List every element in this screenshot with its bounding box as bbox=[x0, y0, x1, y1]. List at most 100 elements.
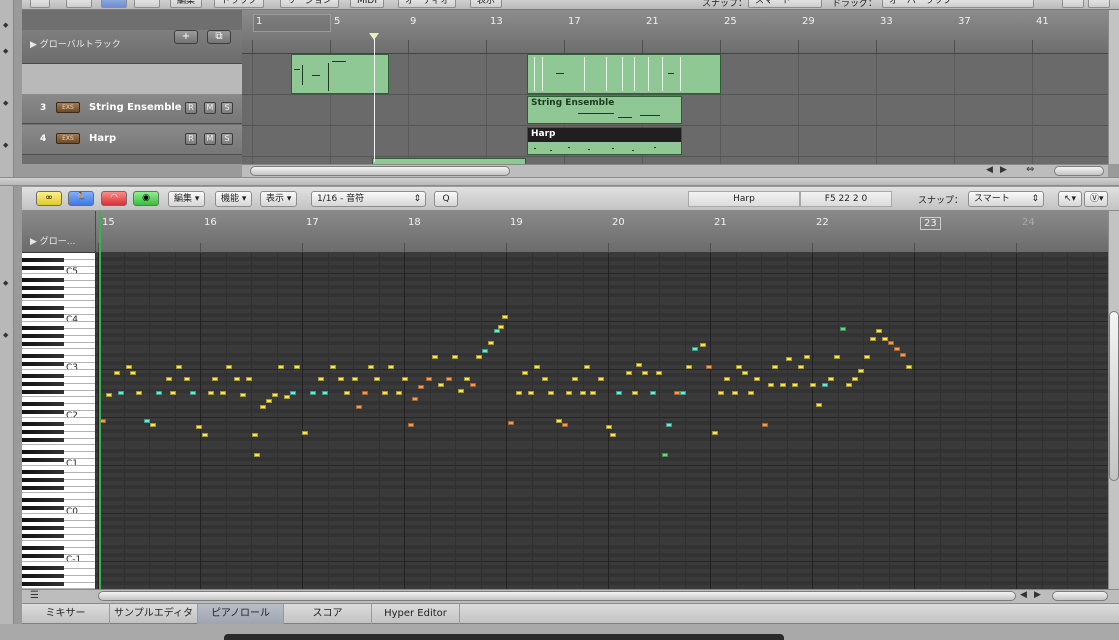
selected-track-area[interactable] bbox=[22, 64, 242, 94]
arrange-menu-midi[interactable]: MIDI bbox=[350, 0, 385, 8]
mute-button[interactable]: M bbox=[204, 102, 216, 114]
midi-note[interactable] bbox=[184, 377, 190, 381]
tab-piano-roll[interactable]: ピアノロール bbox=[198, 604, 284, 624]
midi-note[interactable] bbox=[650, 391, 656, 395]
pointer-tool-button[interactable] bbox=[1062, 0, 1084, 8]
black-key[interactable] bbox=[22, 410, 64, 414]
midi-note[interactable] bbox=[528, 391, 534, 395]
midi-note[interactable] bbox=[208, 391, 214, 395]
midi-note[interactable] bbox=[318, 377, 324, 381]
track-row-string-ensemble[interactable]: 3 EXS String Ensemble R M S bbox=[22, 94, 242, 124]
midi-note[interactable] bbox=[166, 377, 172, 381]
midi-note[interactable] bbox=[906, 365, 912, 369]
black-key[interactable] bbox=[22, 486, 64, 490]
black-key[interactable] bbox=[22, 546, 64, 550]
midi-note[interactable] bbox=[754, 377, 760, 381]
midi-note[interactable] bbox=[876, 329, 882, 333]
track-row-harp[interactable]: 4 EXS Harp R M S bbox=[22, 125, 242, 155]
pointer-tool-button[interactable]: ↖▾ bbox=[1058, 191, 1082, 207]
midi-note[interactable] bbox=[502, 315, 508, 319]
black-key[interactable] bbox=[22, 342, 64, 346]
midi-note[interactable] bbox=[176, 365, 182, 369]
midi-note[interactable] bbox=[516, 391, 522, 395]
global-tracks-header[interactable]: ▶ グローバルトラック + ⧉ bbox=[22, 30, 242, 64]
midi-note[interactable] bbox=[772, 365, 778, 369]
midi-note[interactable] bbox=[488, 341, 494, 345]
midi-note[interactable] bbox=[636, 363, 642, 367]
midi-note[interactable] bbox=[822, 383, 828, 387]
piano-roll-menu-view[interactable]: 表示 ▾ bbox=[260, 191, 298, 207]
arrange-horizontal-scrollbar[interactable]: ◀ ▶ ⇔ bbox=[242, 164, 1108, 177]
midi-note[interactable] bbox=[522, 371, 528, 375]
midi-note[interactable] bbox=[272, 393, 278, 397]
midi-note[interactable] bbox=[894, 347, 900, 351]
midi-note[interactable] bbox=[870, 337, 876, 341]
arrange-menu-audio[interactable]: オーディオ bbox=[398, 0, 457, 8]
midi-note[interactable] bbox=[748, 391, 754, 395]
midi-note[interactable] bbox=[762, 423, 768, 427]
midi-note[interactable] bbox=[846, 383, 852, 387]
midi-note[interactable] bbox=[338, 377, 344, 381]
midi-note[interactable] bbox=[118, 391, 124, 395]
tab-sample-editor[interactable]: サンプルエディタ bbox=[110, 604, 198, 624]
midi-note[interactable] bbox=[458, 389, 464, 393]
black-key[interactable] bbox=[22, 534, 64, 538]
midi-note[interactable] bbox=[768, 383, 774, 387]
cycle-region[interactable] bbox=[253, 14, 331, 32]
midi-note[interactable] bbox=[130, 371, 136, 375]
piano-roll-horizontal-scrollbar[interactable]: ◀ ▶ bbox=[96, 589, 1119, 603]
midi-note[interactable] bbox=[418, 385, 424, 389]
midi-note[interactable] bbox=[626, 371, 632, 375]
midi-note[interactable] bbox=[498, 325, 504, 329]
region-harp[interactable]: Harp bbox=[527, 127, 682, 155]
scroll-right-arrow-icon[interactable]: ▶ bbox=[1000, 165, 1007, 175]
midi-note[interactable] bbox=[246, 377, 252, 381]
midi-note[interactable] bbox=[616, 391, 622, 395]
midi-in-icon-button[interactable] bbox=[134, 0, 160, 8]
catch-icon-button[interactable] bbox=[101, 0, 127, 8]
midi-note[interactable] bbox=[432, 355, 438, 359]
midi-note[interactable] bbox=[402, 377, 408, 381]
midi-region[interactable] bbox=[527, 54, 721, 94]
quantize-select[interactable]: 1/16 - 音符 ⇕ bbox=[311, 191, 426, 207]
black-key[interactable] bbox=[22, 582, 64, 586]
piano-roll-snap-select[interactable]: スマート ⇕ bbox=[968, 191, 1044, 207]
midi-note[interactable] bbox=[828, 377, 834, 381]
midi-note[interactable] bbox=[736, 365, 742, 369]
midi-note[interactable] bbox=[362, 391, 368, 395]
zoom-slider[interactable] bbox=[1054, 166, 1104, 176]
black-key[interactable] bbox=[22, 430, 64, 434]
region-string-ensemble[interactable]: String Ensemble bbox=[527, 96, 682, 124]
midi-note[interactable] bbox=[656, 371, 662, 375]
midi-note[interactable] bbox=[234, 377, 240, 381]
piano-roll-grid[interactable] bbox=[96, 253, 1108, 589]
black-key[interactable] bbox=[22, 306, 64, 310]
scrollbar-thumb[interactable] bbox=[1109, 311, 1119, 481]
midi-note[interactable] bbox=[396, 391, 402, 395]
midi-note[interactable] bbox=[266, 399, 272, 403]
link-icon-button[interactable]: ∞ bbox=[36, 191, 62, 206]
midi-note[interactable] bbox=[590, 391, 596, 395]
midi-note[interactable] bbox=[548, 391, 554, 395]
playhead-marker-icon[interactable] bbox=[369, 33, 379, 40]
midi-note[interactable] bbox=[864, 355, 870, 359]
catch-icon-button[interactable]: 🏃 bbox=[68, 191, 94, 206]
black-key[interactable] bbox=[22, 526, 64, 530]
black-key[interactable] bbox=[22, 402, 64, 406]
scroll-right-arrow-icon[interactable]: ▶ bbox=[1034, 590, 1041, 600]
midi-note[interactable] bbox=[700, 343, 706, 347]
track-name[interactable]: Harp bbox=[89, 133, 116, 144]
midi-note[interactable] bbox=[252, 433, 258, 437]
tab-hyper-editor[interactable]: Hyper Editor bbox=[372, 604, 460, 624]
scrollbar-thumb[interactable] bbox=[250, 166, 510, 176]
midi-note[interactable] bbox=[408, 423, 414, 427]
track-name[interactable]: String Ensemble bbox=[89, 102, 182, 113]
midi-note[interactable] bbox=[692, 347, 698, 351]
black-key[interactable] bbox=[22, 506, 64, 510]
midi-note[interactable] bbox=[584, 365, 590, 369]
midi-note[interactable] bbox=[642, 371, 648, 375]
arrange-ruler[interactable]: 1 5 9 13 17 21 25 29 33 37 41 bbox=[242, 10, 1108, 54]
midi-note[interactable] bbox=[190, 391, 196, 395]
midi-note[interactable] bbox=[260, 405, 266, 409]
black-key[interactable] bbox=[22, 266, 64, 270]
